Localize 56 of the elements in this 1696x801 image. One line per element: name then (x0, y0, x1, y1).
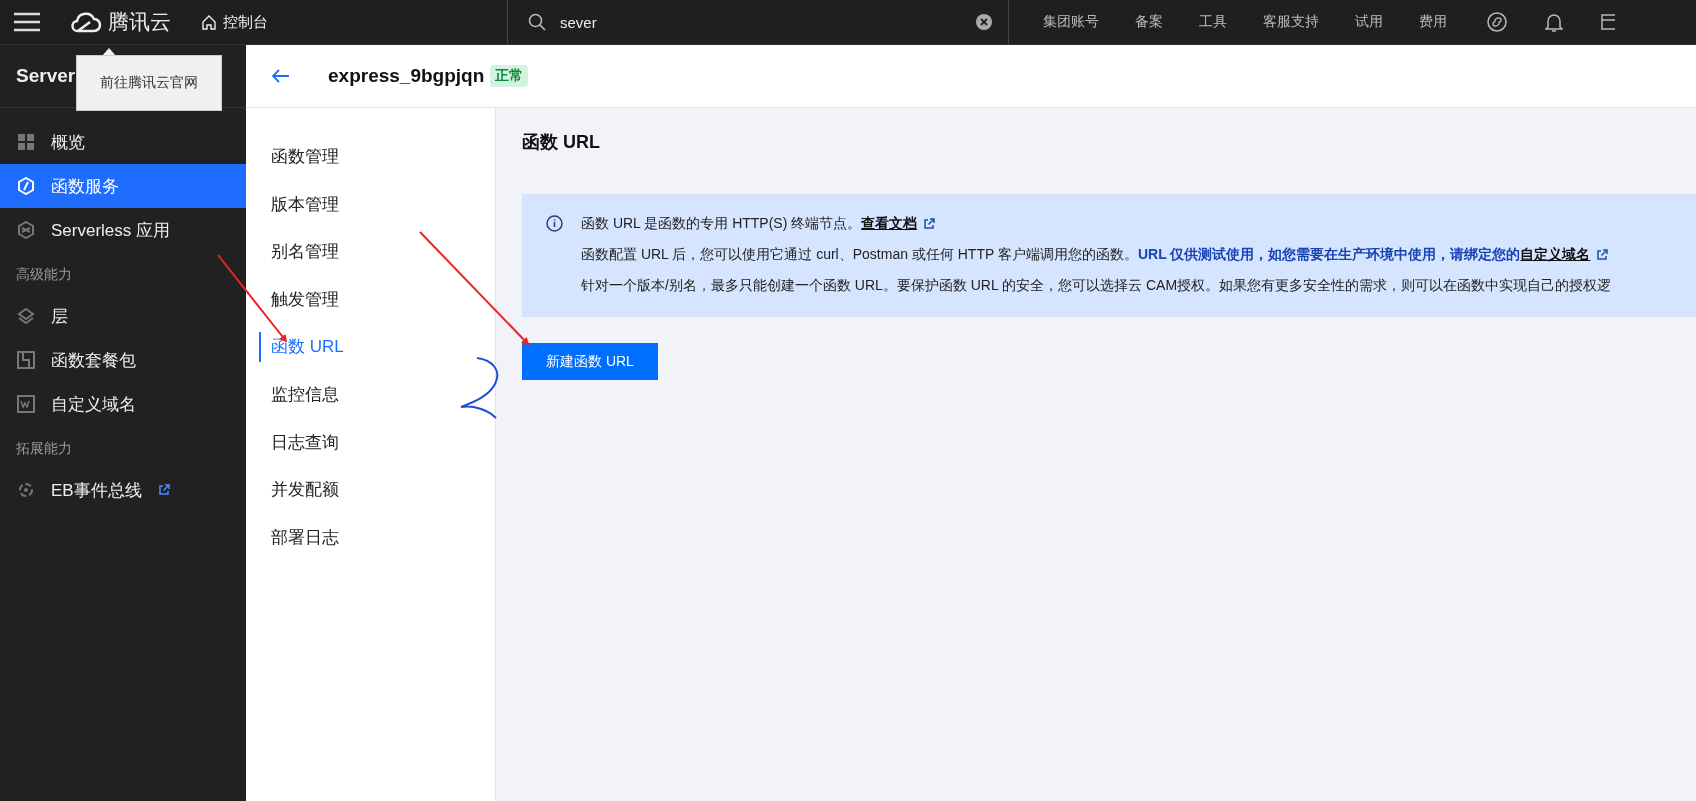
cloud-icon (70, 11, 102, 33)
scribble-drawing (460, 357, 499, 419)
nav-link[interactable]: 客服支持 (1263, 13, 1319, 31)
clear-icon[interactable] (976, 14, 992, 30)
search-icon (528, 13, 546, 31)
search-field[interactable]: sever (558, 12, 976, 32)
create-url-button[interactable]: 新建函数 URL (522, 343, 658, 380)
sidebar-item[interactable]: EB事件总线 (0, 468, 246, 512)
layers-icon (17, 307, 35, 325)
subnav-tab[interactable]: 别名管理 (246, 228, 495, 276)
function-name: express_9bgpjqn (328, 65, 485, 87)
back-arrow-icon[interactable] (272, 69, 290, 83)
external-link-icon (1596, 248, 1609, 261)
home-icon (201, 14, 217, 30)
nav-link[interactable]: 集团账号 (1043, 13, 1099, 31)
notice-text: 函数 URL 是函数的专用 HTTP(S) 终端节点。查看文档 (581, 214, 918, 233)
nav-link[interactable]: 工具 (1199, 13, 1227, 31)
subnav-tab[interactable]: 版本管理 (246, 180, 495, 229)
window-icon[interactable] (1601, 13, 1615, 31)
console-link[interactable]: 控制台 (223, 12, 268, 32)
package-icon (17, 351, 35, 369)
notice-text: 针对一个版本/别名，最多只能创建一个函数 URL。要保护函数 URL 的安全，您可以选择云 CAM授权。如果您有更多安全性的需求，则可以在函数中实现自己的授权逻 (581, 276, 1612, 295)
status-badge: 正常 (490, 65, 529, 87)
nav-link[interactable]: 备案 (1135, 13, 1163, 31)
subnav-tab[interactable]: 并发配额 (246, 466, 495, 514)
notice-text: 函数配置 URL 后，您可以使用它通过 curl、Postman 或任何 HTTP 客户端调用您的函数。URL 仅供测试使用，如您需要在生产环境中使用，请绑定您的自定义域名 (581, 245, 1591, 264)
sidebar-item[interactable]: 自定义域名 (0, 382, 246, 426)
sidebar-item[interactable]: 函数套餐包 (0, 338, 246, 382)
sidebar-item[interactable]: Serverless 应用 (0, 208, 246, 252)
subnav-tab[interactable]: 监控信息 (246, 370, 495, 419)
domain-icon (17, 395, 35, 413)
doc-link[interactable]: 查看文档 (861, 214, 918, 231)
subnav-tab[interactable]: 部署日志 (246, 513, 495, 562)
external-link-icon (923, 217, 936, 230)
nav-link[interactable]: 费用 (1419, 13, 1447, 31)
menu-icon[interactable] (14, 12, 40, 32)
cube-icon (17, 221, 35, 239)
sidebar-item[interactable]: 概览 (0, 120, 246, 164)
subnav-tab[interactable]: 函数管理 (246, 133, 495, 181)
sidebar-item[interactable]: 层 (0, 294, 246, 338)
grid-icon (17, 133, 35, 151)
mini-program-icon[interactable] (1487, 12, 1507, 32)
section-label: 高级能力 (15, 265, 73, 284)
doc-link[interactable]: 自定义域名 (1520, 245, 1591, 262)
section-label: 拓展能力 (15, 439, 73, 458)
hexagon-icon (17, 177, 35, 195)
event-bus-icon (17, 481, 35, 499)
nav-link[interactable]: 试用 (1355, 13, 1383, 31)
info-icon (546, 215, 563, 232)
sidebar-item[interactable]: 函数服务 (0, 164, 246, 208)
section-title: 函数 URL (522, 131, 601, 154)
logo-text[interactable]: 腾讯云 (108, 8, 171, 36)
bell-icon[interactable] (1545, 12, 1563, 32)
subnav-tab[interactable]: 触发管理 (246, 275, 495, 324)
tooltip: 前往腾讯云官网 (76, 55, 222, 111)
subnav-tab[interactable]: 日志查询 (246, 418, 495, 467)
